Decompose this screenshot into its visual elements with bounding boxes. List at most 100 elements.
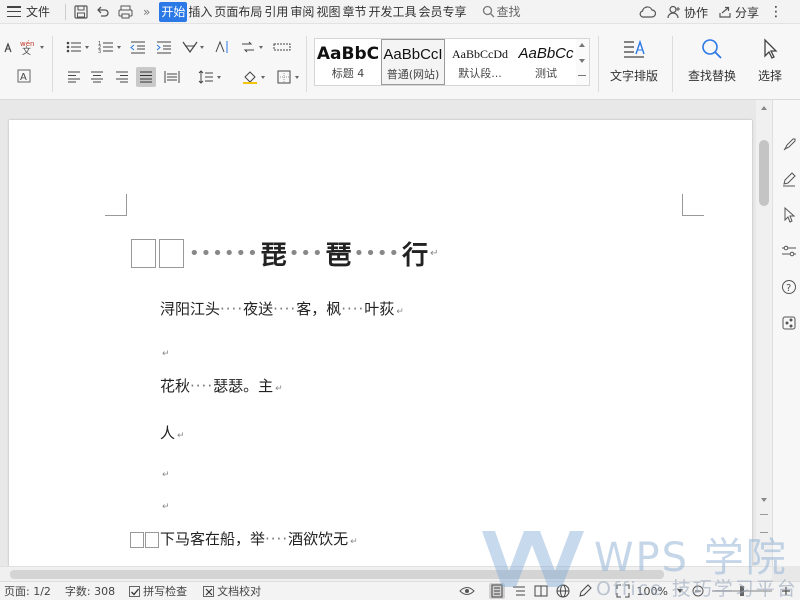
print-icon[interactable] (114, 2, 136, 22)
style-heading4[interactable]: AaBbC 标题 4 (315, 39, 381, 85)
scroll-thumb[interactable] (10, 570, 664, 579)
decrease-indent-icon[interactable] (128, 37, 148, 57)
sort-icon[interactable] (238, 37, 258, 57)
shading-dropdown-icon[interactable] (261, 76, 265, 79)
horizontal-scrollbar[interactable] (0, 566, 772, 581)
phonetic-dropdown-icon[interactable] (40, 46, 44, 49)
eye-protection-icon[interactable] (458, 583, 475, 599)
prev-page-icon[interactable] (760, 514, 768, 515)
share-panel-icon[interactable] (780, 314, 798, 332)
hamburger-icon[interactable] (7, 6, 21, 17)
numbering-dropdown-icon[interactable] (117, 46, 121, 49)
shading-icon[interactable] (240, 67, 260, 87)
web-view-icon[interactable] (555, 583, 571, 599)
style-sample: AaBbCc (518, 45, 574, 62)
line-spacing-icon[interactable] (196, 67, 216, 87)
bullet-dropdown-icon[interactable] (85, 46, 89, 49)
char-border-icon[interactable]: A (14, 66, 34, 86)
cursor-arrow-icon[interactable] (780, 206, 798, 224)
paragraph-line[interactable]: 花秋····瑟瑟。主 ↵ (160, 375, 283, 396)
tab-page-layout[interactable]: 页面布局 (213, 2, 263, 22)
undo-icon[interactable] (92, 2, 114, 22)
chinese-layout-icon[interactable] (180, 37, 200, 57)
tab-developer[interactable]: 开发工具 (367, 2, 417, 22)
increase-indent-icon[interactable] (154, 37, 174, 57)
outline-view-icon[interactable] (511, 583, 527, 599)
tab-member[interactable]: 会员专享 (417, 2, 467, 22)
empty-line[interactable]: ↵ (160, 463, 170, 481)
find-replace-button[interactable]: 查找替换 (680, 38, 744, 84)
paragraph-line[interactable]: 浔阳江头····夜送····客，枫····叶荻 ↵ (160, 298, 404, 319)
line-spacing-dropdown-icon[interactable] (217, 76, 221, 79)
doc-proof-toggle[interactable]: 文档校对 (203, 583, 261, 599)
share-button[interactable]: 分享 (718, 4, 759, 21)
chevron-up-icon[interactable] (579, 43, 585, 47)
empty-line[interactable]: ↵ (160, 495, 170, 513)
tab-home[interactable]: 开始 (159, 1, 188, 22)
document-title[interactable]: •••••• 琵 ••• 琶 •••• 行 ↵ (131, 238, 438, 271)
tab-view[interactable]: 视图 (315, 2, 341, 22)
align-right-icon[interactable] (112, 67, 132, 87)
style-default-paragraph[interactable]: AaBbCcDd 默认段... (446, 39, 514, 85)
zoom-dropdown-icon[interactable] (672, 583, 688, 599)
expand-icon[interactable] (578, 75, 586, 76)
fit-page-icon[interactable] (615, 583, 631, 599)
align-left-icon[interactable] (64, 67, 84, 87)
help-icon[interactable]: ? (780, 278, 798, 296)
pen-icon[interactable] (780, 170, 798, 188)
word-count[interactable]: 字数: 308 (65, 583, 115, 599)
menu-file[interactable]: 文件 (25, 2, 51, 22)
align-center-icon[interactable] (87, 67, 107, 87)
next-page-icon[interactable] (760, 532, 768, 533)
rocket-icon[interactable] (780, 136, 798, 154)
style-normal-web[interactable]: AaBbCcI 普通(网站) (381, 39, 445, 85)
more-tabs-icon[interactable]: » (142, 2, 151, 22)
tab-chapter[interactable]: 章节 (341, 2, 367, 22)
write-mode-icon[interactable] (577, 583, 593, 599)
text-direction-icon[interactable] (212, 37, 232, 57)
page-indicator[interactable]: 页面: 1/2 (4, 583, 51, 599)
zoom-level[interactable]: 100% (637, 585, 668, 598)
styles-scroll[interactable] (576, 38, 590, 86)
sliders-icon[interactable] (780, 242, 798, 260)
tab-references[interactable]: 引用 (263, 2, 289, 22)
empty-line[interactable]: ↵ (160, 342, 170, 360)
scroll-thumb[interactable] (759, 140, 769, 206)
collaborate-button[interactable]: 协作 (667, 4, 708, 21)
show-marks-icon[interactable] (272, 37, 292, 57)
scroll-down-icon[interactable] (761, 498, 767, 502)
numbered-list-icon[interactable]: 123 (96, 37, 116, 57)
save-icon[interactable] (70, 2, 92, 22)
scroll-up-icon[interactable] (761, 106, 767, 110)
text-highlight-icon[interactable] (0, 37, 20, 57)
select-button[interactable]: 选择 (750, 38, 790, 84)
zoom-slider[interactable] (712, 586, 772, 596)
tab-review[interactable]: 审阅 (289, 2, 315, 22)
sort-dropdown-icon[interactable] (259, 46, 263, 49)
justify-icon[interactable] (136, 67, 156, 87)
phonetic-guide-icon[interactable]: wén 文 (18, 37, 38, 57)
bullet-list-icon[interactable] (64, 37, 84, 57)
paragraph-line[interactable]: 下马客在船，举····酒欲饮无 ↵ (130, 528, 358, 549)
paragraph-line[interactable]: 人 ↵ (160, 422, 185, 443)
document-page[interactable]: •••••• 琵 ••• 琶 •••• 行 ↵ 浔阳江头····夜送····客，… (9, 120, 752, 566)
search-button[interactable]: 查找 (482, 3, 521, 20)
spell-check-toggle[interactable]: 拼写检查 (129, 583, 187, 599)
style-test[interactable]: AaBbCc 测试 (514, 39, 578, 85)
zoom-slider-thumb[interactable] (740, 586, 744, 596)
page-view-icon[interactable] (488, 583, 505, 599)
chinese-layout-dropdown-icon[interactable] (200, 46, 204, 49)
text-layout-button[interactable]: 文字排版 (606, 38, 662, 84)
reading-view-icon[interactable] (533, 583, 549, 599)
more-options-icon[interactable]: ⋮ (769, 4, 784, 20)
vertical-scrollbar[interactable] (756, 100, 772, 566)
distributed-align-icon[interactable] (162, 67, 182, 87)
chevron-down-icon[interactable] (579, 59, 585, 63)
zoom-out-icon[interactable] (690, 583, 706, 599)
user-add-icon (667, 5, 680, 19)
cloud-sync-button[interactable] (639, 5, 657, 19)
borders-dropdown-icon[interactable] (295, 76, 299, 79)
tab-insert[interactable]: 插入 (187, 2, 213, 22)
zoom-in-icon[interactable] (778, 583, 794, 599)
borders-icon[interactable] (274, 67, 294, 87)
